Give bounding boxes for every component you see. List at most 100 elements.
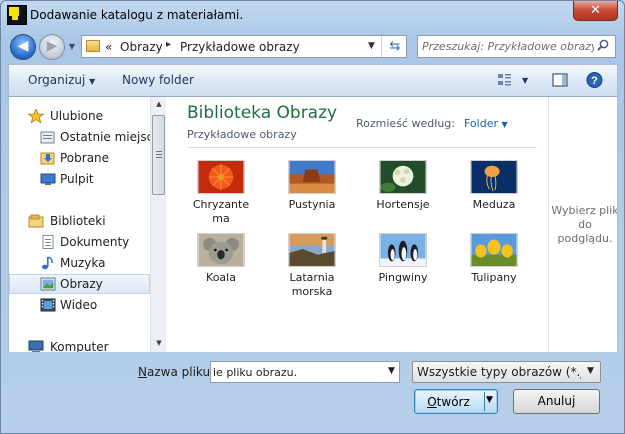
breadcrumb-obrazy[interactable]: Obrazy (120, 40, 163, 54)
folder-icon (86, 40, 100, 52)
file-name: Hortensje (376, 198, 430, 211)
file-item-tulipany[interactable]: Tulipany (456, 233, 540, 303)
filename-combobox[interactable]: ▼ (210, 361, 400, 383)
grip-line (156, 151, 162, 152)
file-item-pustynia[interactable]: Pustynia (274, 160, 358, 230)
command-toolbar: Organizuj ▼ Nowy folder ▼ ? (8, 64, 618, 97)
sidebar-item-music[interactable]: Muzyka (9, 253, 150, 273)
hydrangeas-thumbnail (379, 160, 427, 194)
window-title: Dodawanie katalogu z materiałami. (30, 8, 244, 22)
sidebar-item-label: Muzyka (60, 256, 106, 270)
open-button-label: Otwórz (427, 395, 470, 409)
refresh-button[interactable]: ⇆ (381, 36, 408, 57)
chevron-down-icon: ▼ (501, 120, 508, 129)
organize-button[interactable]: Organizuj ▼ (28, 73, 95, 87)
file-type-value: Wszystkie typy obrazów (*.jpg,* (417, 365, 581, 379)
video-icon (40, 298, 56, 312)
sidebar-item-favorites[interactable]: Ulubione (9, 106, 150, 126)
sidebar-item-downloads[interactable]: Pobrane (9, 148, 150, 168)
svg-text:?: ? (591, 75, 598, 87)
sidebar-item-libraries[interactable]: Biblioteki (9, 211, 150, 231)
open-options-dropdown-icon[interactable]: ▼ (486, 395, 493, 405)
sidebar-item-label: Dokumenty (60, 235, 130, 249)
file-item-hortensje[interactable]: Hortensje (365, 160, 449, 230)
filename-label: Nazwa pliku: (138, 365, 215, 379)
preview-pane-icon[interactable] (552, 71, 568, 89)
recent-places-icon (40, 131, 55, 144)
sidebar-item-video[interactable]: Wideo (9, 295, 150, 315)
sidebar-item-computer[interactable]: Komputer (9, 337, 150, 352)
scrollbar-thumb[interactable] (152, 115, 165, 195)
grip-line (156, 154, 162, 155)
file-item-meduza[interactable]: Meduza (456, 160, 540, 230)
search-icon[interactable] (597, 39, 609, 51)
documents-icon (42, 235, 54, 249)
sidebar-item-documents[interactable]: Dokumenty (9, 232, 150, 252)
arrange-by-value: Folder (464, 117, 498, 130)
chevron-down-icon: ▼ (587, 366, 594, 376)
split-divider (484, 392, 485, 411)
arrange-by-label: Rozmieść według: (356, 117, 455, 130)
sidebar-item-pictures[interactable]: Obrazy (9, 274, 150, 294)
app-icon (7, 5, 27, 25)
title-bar: Dodawanie katalogu z materiałami. ✕ (1, 1, 624, 31)
file-name: Chryzante ma (192, 198, 250, 225)
sidebar-scrollbar[interactable]: ▲ ▼ (150, 97, 166, 352)
breadcrumb-przykladowe-obrazy[interactable]: Przykładowe obrazy (180, 40, 300, 54)
scroll-down-arrow-icon[interactable]: ▼ (154, 339, 164, 347)
file-name: Koala (206, 271, 236, 284)
chrysanthemum-thumbnail (197, 160, 245, 194)
breadcrumb-overflow[interactable]: « (105, 40, 112, 54)
jellyfish-thumbnail (470, 160, 518, 194)
desktop-icon (40, 173, 56, 185)
music-icon (42, 256, 53, 270)
change-view-icon[interactable] (497, 71, 513, 89)
breadcrumb-separator[interactable]: ▸ (166, 39, 171, 50)
sidebar-item-label: Biblioteki (50, 214, 106, 228)
sidebar-item-recent-places[interactable]: Ostatnie miejsca (9, 127, 150, 147)
chevron-down-icon: ▼ (89, 77, 96, 86)
back-button[interactable]: ◀ (10, 34, 36, 60)
preview-pane: Wybierz plik do podglądu. (548, 97, 617, 352)
sidebar-item-desktop[interactable]: Pulpit (9, 169, 150, 189)
address-dropdown-icon[interactable]: ▼ (368, 41, 375, 51)
file-item-latarnia-morska[interactable]: Latarnia morska (274, 233, 358, 303)
navigation-pane: Ulubione Ostatnie miejsca Pobrane Pulpit… (9, 97, 150, 352)
dialog-window: Dodawanie katalogu z materiałami. ✕ ◀ ▶ … (0, 0, 625, 434)
header-divider (187, 147, 537, 148)
arrange-by-dropdown[interactable]: Folder ▼ (464, 117, 508, 130)
view-options-dropdown[interactable]: ▼ (522, 76, 528, 85)
file-item-koala[interactable]: Koala (183, 233, 267, 303)
search-box[interactable] (417, 35, 616, 58)
file-name: Pingwiny (378, 271, 428, 284)
scroll-up-arrow-icon[interactable]: ▲ (154, 100, 164, 108)
file-name: Meduza (472, 198, 516, 211)
tulips-thumbnail (470, 233, 518, 267)
search-input[interactable] (422, 38, 594, 55)
file-item-chryzantema[interactable]: Chryzante ma (183, 160, 267, 230)
close-button[interactable]: ✕ (573, 1, 618, 21)
desert-thumbnail (288, 160, 336, 194)
filename-input[interactable] (213, 364, 379, 380)
pictures-icon (40, 277, 56, 291)
cancel-button[interactable]: Anuluj (513, 389, 600, 414)
grip-line (156, 157, 162, 158)
sidebar-item-label: Pulpit (60, 172, 94, 186)
open-button[interactable]: Otwórz ▼ (414, 389, 498, 414)
libraries-icon (28, 214, 44, 228)
file-type-select[interactable]: Wszystkie typy obrazów (*.jpg,* ▼ (412, 361, 601, 383)
filename-dropdown-icon[interactable]: ▼ (388, 366, 395, 376)
lighthouse-thumbnail (288, 233, 336, 267)
forward-button[interactable]: ▶ (39, 34, 65, 60)
new-folder-button[interactable]: Nowy folder (122, 73, 194, 87)
library-subtitle: Przykładowe obrazy (187, 128, 297, 141)
downloads-icon (40, 152, 55, 165)
computer-icon (28, 340, 44, 352)
help-icon[interactable]: ? (586, 71, 603, 89)
file-name: Latarnia morska (289, 271, 335, 298)
organize-label: Organizuj (28, 73, 86, 87)
recent-pages-dropdown[interactable]: ▼ (67, 42, 77, 52)
file-item-pingwiny[interactable]: Pingwiny (365, 233, 449, 303)
sidebar-item-label: Pobrane (60, 151, 110, 165)
address-bar[interactable]: « Obrazy ▸ Przykładowe obrazy ▼ ⇆ (81, 35, 407, 58)
